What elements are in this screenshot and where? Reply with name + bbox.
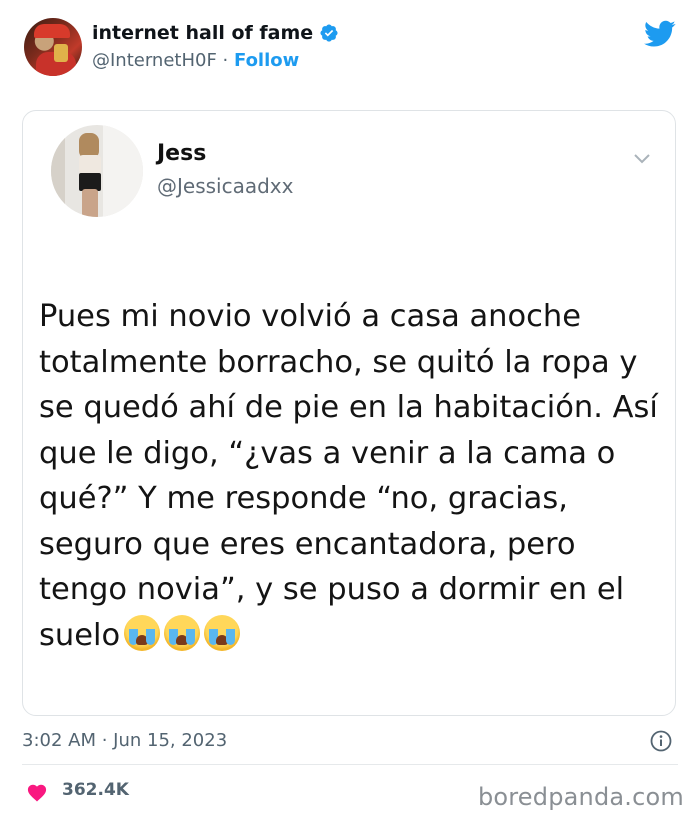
verified-badge-icon [320, 24, 338, 42]
twitter-bird-icon[interactable] [644, 20, 676, 48]
author-display-name[interactable]: internet hall of fame [92, 22, 313, 44]
tweet-body: Pues mi novio volvió a casa anoche total… [39, 299, 668, 653]
quoted-handle[interactable]: @Jessicaadxx [157, 174, 293, 198]
author-avatar[interactable] [24, 18, 82, 76]
quoted-display-name[interactable]: Jess [157, 141, 206, 166]
info-icon[interactable] [650, 730, 672, 752]
divider [22, 764, 678, 765]
quoted-author-avatar[interactable] [51, 125, 143, 217]
quoted-tweet-card[interactable]: Jess @Jessicaadxx Pues mi novio volvió a… [22, 110, 676, 716]
loudly-crying-face-emoji [164, 614, 201, 651]
emoji-group [124, 614, 241, 651]
author-handle-line: @InternetH0F · Follow [92, 50, 299, 71]
loudly-crying-face-emoji [124, 614, 161, 651]
quoted-tweet-text: Pues mi novio volvió a casa anoche total… [39, 294, 669, 658]
loudly-crying-face-emoji [204, 614, 241, 651]
handle-separator: · [216, 50, 234, 71]
chevron-down-icon[interactable] [633, 153, 651, 165]
heart-icon[interactable] [26, 782, 48, 802]
author-name-line: internet hall of fame [92, 22, 339, 44]
author-handle[interactable]: @InternetH0F [92, 50, 217, 71]
follow-link[interactable]: Follow [234, 50, 299, 71]
tweet-timestamp[interactable]: 3:02 AM · Jun 15, 2023 [22, 730, 227, 751]
like-count[interactable]: 362.4K [62, 780, 129, 800]
tweet-header: internet hall of fame @InternetH0F · Fol… [0, 0, 700, 100]
source-credit: boredpanda.com [477, 783, 684, 811]
